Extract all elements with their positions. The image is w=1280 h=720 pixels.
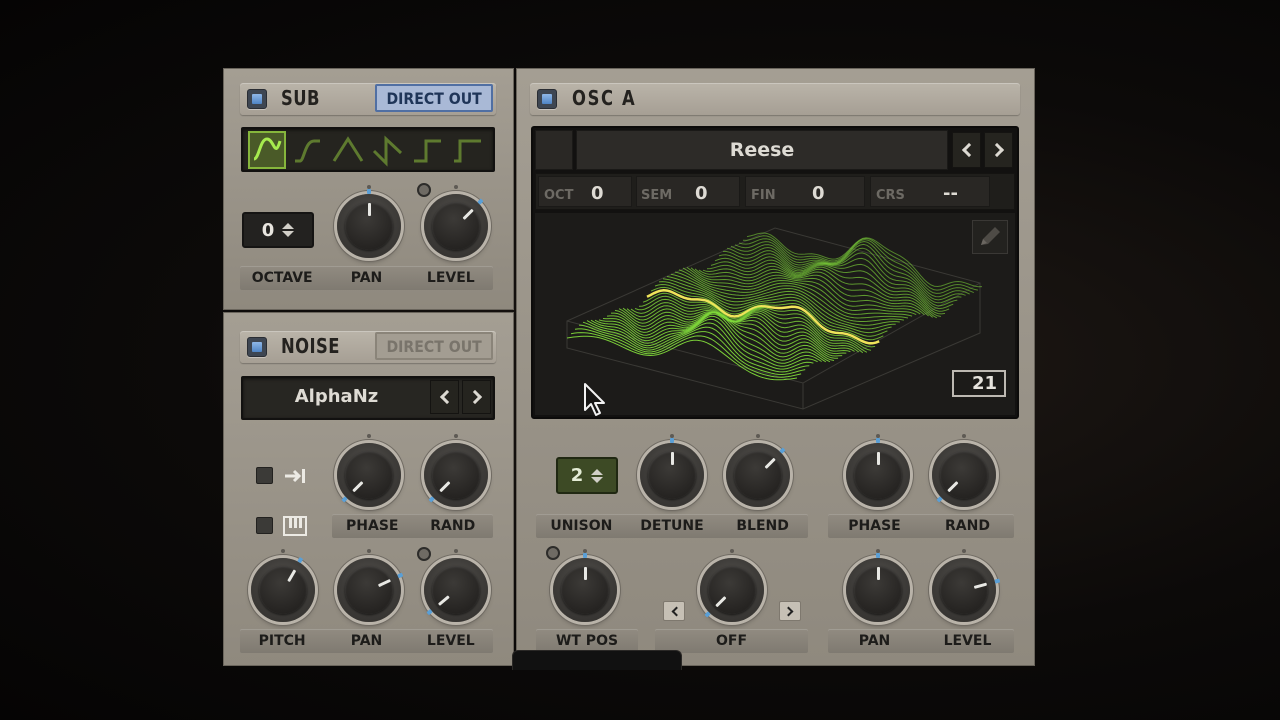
wt-pos-knob[interactable] <box>553 549 617 622</box>
chevron-right-icon <box>989 142 1004 158</box>
wavetable-name: Reese <box>729 139 795 161</box>
osc-a-title: OSC A <box>572 86 637 110</box>
sem-value: 0 <box>695 183 708 204</box>
osc-pan-knob[interactable] <box>846 549 910 622</box>
osc-a-enable-checkbox[interactable] <box>537 89 557 109</box>
noise-preset-name[interactable]: AlphaNz <box>245 386 428 407</box>
sub-pan-knob[interactable] <box>337 185 401 258</box>
saw-wave-icon[interactable] <box>371 133 405 167</box>
noise-bottom-label-bar: PITCH PAN LEVEL <box>240 629 493 653</box>
fin-label: FIN <box>751 188 776 203</box>
sub-direct-out-button[interactable]: DIRECT OUT <box>375 84 493 112</box>
one-shot-checkbox[interactable] <box>256 467 273 484</box>
osc-level-label: LEVEL <box>943 633 992 649</box>
unison-label: UNISON <box>550 518 613 534</box>
detune-label: DETUNE <box>640 518 704 534</box>
chevron-left-icon <box>671 606 681 616</box>
warp-prev-button[interactable] <box>663 601 685 621</box>
modulation-link-icon[interactable] <box>417 183 431 197</box>
noise-level-label: LEVEL <box>426 633 475 649</box>
sub-title: SUB <box>281 86 320 110</box>
noise-next-button[interactable] <box>462 380 491 414</box>
noise-enable-checkbox[interactable] <box>247 337 267 357</box>
unison-label-bar: UNISON DETUNE BLEND <box>536 514 808 538</box>
noise-pitch-label: PITCH <box>258 633 306 649</box>
stepper-arrows-icon <box>282 223 295 237</box>
pencil-icon <box>981 227 1000 245</box>
chevron-left-icon <box>439 389 454 405</box>
one-shot-icon <box>283 467 309 489</box>
wavetable-next-button[interactable] <box>984 132 1013 168</box>
oct-value: 0 <box>591 183 604 204</box>
rounded-ramp-icon[interactable] <box>292 133 326 167</box>
pulse-wave-icon[interactable] <box>451 133 485 167</box>
chevron-right-icon <box>467 389 482 405</box>
noise-phase-knob[interactable] <box>337 434 401 507</box>
noise-pan-label: PAN <box>350 633 383 649</box>
osc-level-knob[interactable] <box>932 549 1001 622</box>
sub-level-knob[interactable] <box>424 185 488 258</box>
unison-stepper[interactable]: 2 <box>556 457 618 494</box>
osc-rand-label: RAND <box>945 518 990 534</box>
detune-knob[interactable] <box>640 434 704 507</box>
wavetable-frame-line <box>566 335 798 381</box>
blend-label: BLEND <box>736 518 789 534</box>
noise-title: NOISE <box>281 334 340 358</box>
noise-rand-label: RAND <box>430 518 476 534</box>
noise-phase-label: PHASE <box>346 518 399 534</box>
sub-enable-checkbox[interactable] <box>247 89 267 109</box>
octave-value: 0 <box>261 219 275 241</box>
oct-label: OCT <box>544 188 574 203</box>
noise-direct-out-button[interactable]: DIRECT OUT <box>375 332 493 360</box>
noise-rand-knob[interactable] <box>424 434 488 507</box>
modulation-link-icon[interactable] <box>546 546 560 560</box>
sub-label-bar: OCTAVE PAN LEVEL <box>240 266 493 290</box>
sub-level-label: LEVEL <box>426 270 475 286</box>
sine-wave-icon[interactable] <box>248 131 286 169</box>
osc-phase-label: PHASE <box>848 518 901 534</box>
square-wave-icon[interactable] <box>411 133 445 167</box>
warp-knob[interactable] <box>700 549 764 622</box>
sub-pan-label: PAN <box>350 270 383 286</box>
unison-value: 2 <box>570 465 584 486</box>
keytrack-icon <box>283 516 307 540</box>
octave-label: OCTAVE <box>251 270 313 286</box>
noise-prev-button[interactable] <box>430 380 459 414</box>
warp-next-button[interactable] <box>779 601 801 621</box>
noise-pitch-knob[interactable] <box>251 549 315 622</box>
octave-stepper[interactable]: 0 <box>242 212 314 248</box>
chevron-right-icon <box>783 606 793 616</box>
wavetable-menu-button[interactable] <box>535 130 573 170</box>
bottom-tab-partial[interactable] <box>512 650 682 670</box>
sem-label: SEM <box>641 188 673 203</box>
mouse-cursor-icon <box>583 382 609 422</box>
edit-wavetable-button[interactable] <box>972 220 1008 254</box>
blend-knob[interactable] <box>726 434 790 507</box>
noise-phase-label-bar: PHASE RAND <box>332 514 493 538</box>
stepper-arrows-icon <box>591 468 604 483</box>
frame-number[interactable]: 21 <box>952 370 1006 397</box>
osc-phase-knob[interactable] <box>846 434 910 507</box>
noise-level-knob[interactable] <box>424 549 488 622</box>
osc-pan-label-bar: PAN LEVEL <box>828 629 1014 653</box>
triangle-wave-icon[interactable] <box>331 133 365 167</box>
crs-label: CRS <box>876 188 905 203</box>
fin-value: 0 <box>812 183 825 204</box>
wavetable-prev-button[interactable] <box>952 132 981 168</box>
chevron-left-icon <box>961 142 976 158</box>
wavetable-frame-line <box>746 232 983 288</box>
osc-rand-knob[interactable] <box>932 434 996 507</box>
keytrack-checkbox[interactable] <box>256 517 273 534</box>
warp-mode-label[interactable]: OFF <box>716 633 747 649</box>
noise-pan-knob[interactable] <box>337 549 404 622</box>
osc-phase-label-bar: PHASE RAND <box>828 514 1014 538</box>
wt-pos-label: WT POS <box>555 633 619 649</box>
osc-pan-label: PAN <box>858 633 891 649</box>
modulation-link-icon[interactable] <box>417 547 431 561</box>
crs-value: -- <box>943 183 958 204</box>
